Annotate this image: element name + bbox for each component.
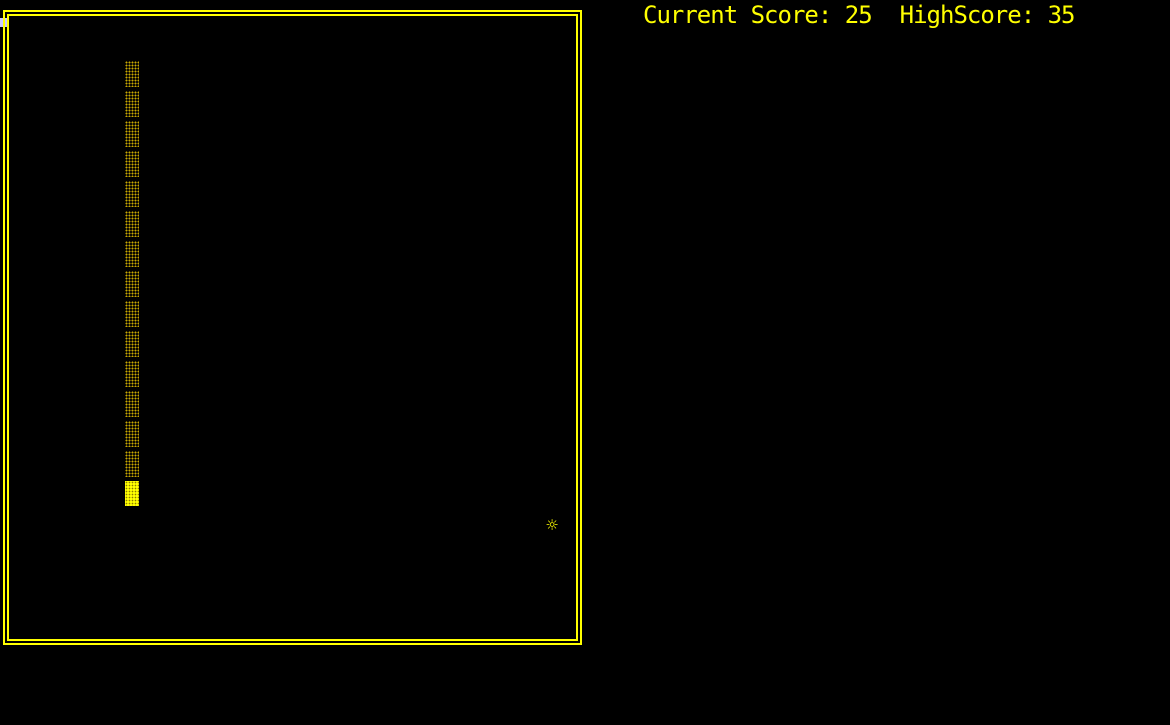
snake-body-segment — [125, 301, 139, 327]
snake-body-segment — [125, 451, 139, 477]
snake-body-segment — [125, 151, 139, 177]
game-console[interactable]: Current Score: 25 HighScore: 35 ☼ — [0, 0, 1170, 725]
snake-body-segment — [125, 91, 139, 117]
snake-body-segment — [125, 421, 139, 447]
high-score-label: HighScore: — [899, 1, 1035, 29]
high-score-value: 35 — [1047, 1, 1076, 29]
snake-body-segment — [125, 361, 139, 387]
snake-body-segment — [125, 271, 139, 297]
score-display: Current Score: 25 HighScore: 35 — [643, 1, 1076, 29]
snake-body-segment — [125, 391, 139, 417]
current-score-label: Current Score: — [643, 1, 832, 29]
snake-body-segment — [125, 331, 139, 357]
current-score-value: 25 — [844, 1, 873, 29]
snake-body-segment — [125, 241, 139, 267]
board-border-inner — [7, 14, 578, 641]
snake-body-segment — [125, 181, 139, 207]
snake-head — [125, 481, 139, 506]
snake-body-segment — [125, 61, 139, 87]
snake-body-segment — [125, 121, 139, 147]
snake-body-segment — [125, 211, 139, 237]
food-sun-icon: ☼ — [545, 516, 559, 534]
